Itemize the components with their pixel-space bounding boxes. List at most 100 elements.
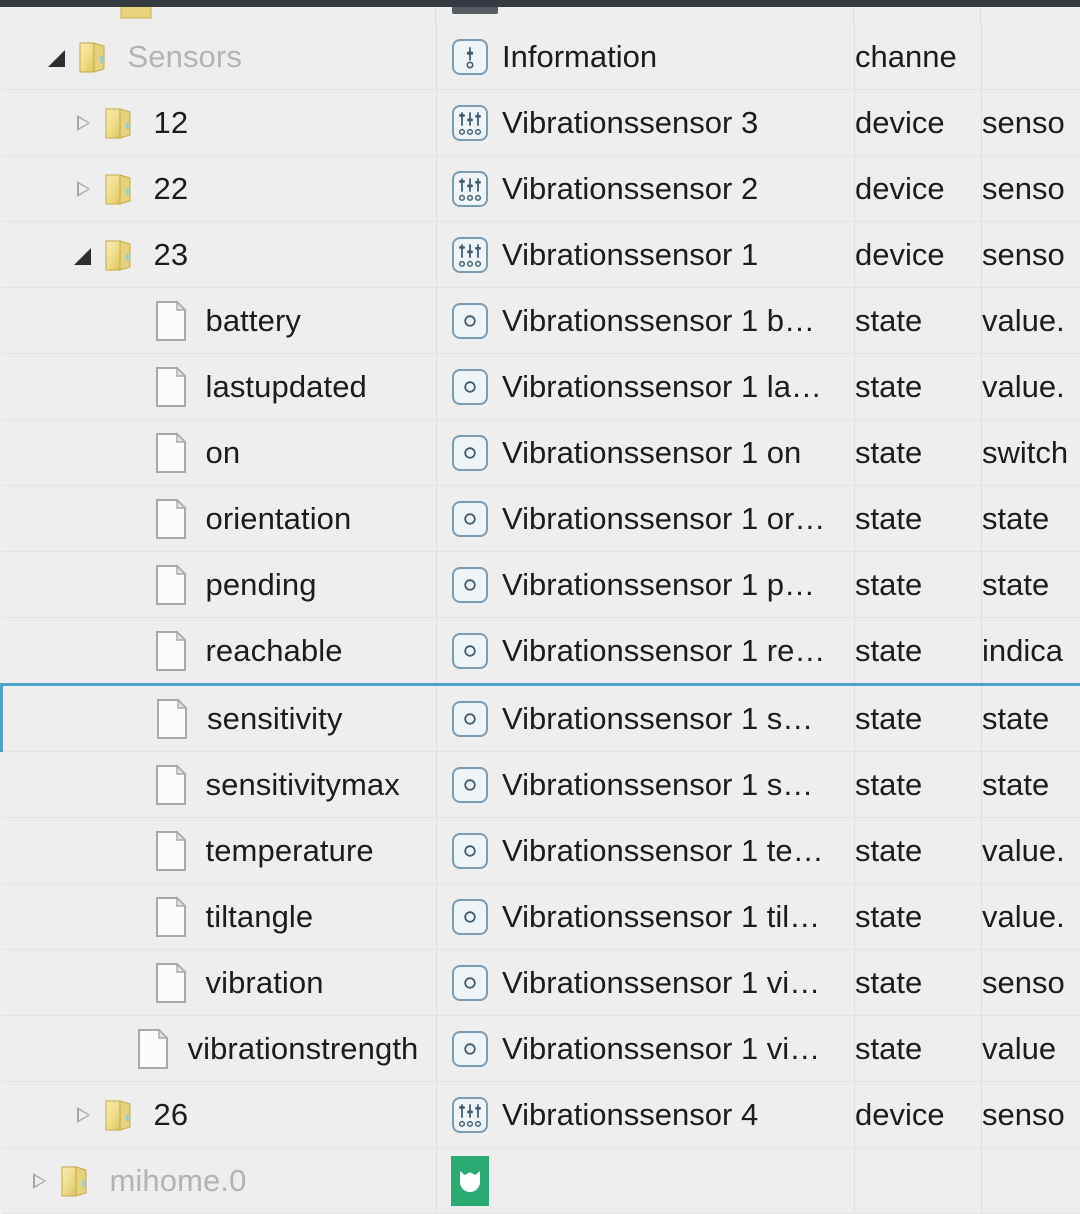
device-sliders-icon <box>451 236 489 274</box>
cell-name[interactable]: lastupdated <box>2 354 437 420</box>
description-text: Information <box>489 39 657 75</box>
tree-node-label: sensitivity <box>193 701 342 737</box>
cell-description[interactable]: Vibrationssensor 1 b… <box>437 288 855 354</box>
state-dot-icon <box>451 832 489 870</box>
cell-role: channe <box>855 24 982 90</box>
cell-role: state <box>855 950 982 1016</box>
tree-node-label: pending <box>192 567 317 603</box>
cell-name[interactable]: sensitivity <box>2 685 437 752</box>
expand-triangle-right-icon[interactable] <box>68 174 98 204</box>
state-dot-icon <box>451 632 489 670</box>
column-divider <box>435 7 436 24</box>
cell-name[interactable]: temperature <box>2 818 437 884</box>
cell-description[interactable]: Vibrationssensor 1 s… <box>437 685 855 752</box>
cell-description[interactable]: Vibrationssensor 1 til… <box>437 884 855 950</box>
cell-name[interactable]: 26 <box>2 1082 437 1148</box>
cell-description[interactable]: Vibrationssensor 1 p… <box>437 552 855 618</box>
table-row[interactable]: vibrationstrength Vibrationssensor 1 vi…… <box>2 1016 1080 1082</box>
cell-description[interactable]: Vibrationssensor 1 <box>437 222 855 288</box>
cell-description[interactable] <box>437 1148 855 1214</box>
table-row[interactable]: sensitivitymax Vibrationssensor 1 s…stat… <box>2 752 1080 818</box>
table-row[interactable]: pending Vibrationssensor 1 p…statestate <box>2 552 1080 618</box>
window-top-edge <box>0 0 1080 7</box>
cell-name[interactable]: on <box>2 420 437 486</box>
twisty-spacer <box>120 438 150 468</box>
table-row[interactable]: 22 Vibrationssensor 2devicesenso <box>2 156 1080 222</box>
cell-role: device <box>855 156 982 222</box>
cell-name[interactable]: 23 <box>2 222 437 288</box>
cell-description[interactable]: Vibrationssensor 1 s… <box>437 752 855 818</box>
table-row[interactable]: on Vibrationssensor 1 onstateswitch <box>2 420 1080 486</box>
expand-triangle-right-icon[interactable] <box>24 1166 54 1196</box>
object-tree-table[interactable]: Sensors Information channe 12 <box>0 24 1080 1214</box>
cell-name[interactable]: reachable <box>2 618 437 685</box>
cell-role: state <box>855 354 982 420</box>
cell-role: state <box>855 884 982 950</box>
table-row[interactable]: lastupdated Vibrationssensor 1 la…statev… <box>2 354 1080 420</box>
state-dot-icon <box>451 1030 489 1068</box>
cell-type: value <box>982 1016 1080 1082</box>
table-row[interactable]: sensitivity Vibrationssensor 1 s…statest… <box>2 685 1080 752</box>
expand-triangle-down-icon[interactable] <box>42 42 72 72</box>
tree-node-label: tiltangle <box>192 899 314 935</box>
table-row[interactable]: 26 Vibrationssensor 4devicesenso <box>2 1082 1080 1148</box>
cell-type: value. <box>982 354 1080 420</box>
table-row[interactable]: mihome.0 <box>2 1148 1080 1214</box>
file-icon <box>150 498 192 540</box>
cell-description[interactable]: Vibrationssensor 1 vi… <box>437 950 855 1016</box>
cell-name[interactable]: orientation <box>2 486 437 552</box>
table-row[interactable]: battery Vibrationssensor 1 b…statevalue. <box>2 288 1080 354</box>
cell-description[interactable]: Vibrationssensor 4 <box>437 1082 855 1148</box>
cell-name[interactable]: mihome.0 <box>2 1148 437 1214</box>
expand-triangle-right-icon[interactable] <box>68 108 98 138</box>
twisty-spacer <box>120 968 150 998</box>
tree-node-label: 22 <box>140 171 189 207</box>
object-tree-body[interactable]: Sensors Information channe 12 <box>2 24 1080 1214</box>
file-icon <box>150 830 192 872</box>
table-row[interactable]: temperature Vibrationssensor 1 te…statev… <box>2 818 1080 884</box>
cell-description[interactable]: Vibrationssensor 2 <box>437 156 855 222</box>
cell-type: senso <box>982 1082 1080 1148</box>
state-dot-icon <box>451 500 489 538</box>
file-icon <box>151 698 193 740</box>
table-row[interactable]: reachable Vibrationssensor 1 re…stateind… <box>2 618 1080 685</box>
cell-name[interactable]: 22 <box>2 156 437 222</box>
state-dot-icon <box>451 700 489 738</box>
expand-triangle-right-icon[interactable] <box>68 1100 98 1130</box>
cell-name[interactable]: pending <box>2 552 437 618</box>
cell-description[interactable]: Vibrationssensor 1 la… <box>437 354 855 420</box>
table-row[interactable]: vibration Vibrationssensor 1 vi…statesen… <box>2 950 1080 1016</box>
file-icon <box>150 300 192 342</box>
file-icon <box>150 564 192 606</box>
cell-description[interactable]: Vibrationssensor 1 re… <box>437 618 855 685</box>
tree-node-label: mihome.0 <box>96 1163 247 1199</box>
state-dot-icon <box>451 964 489 1002</box>
cell-description[interactable]: Vibrationssensor 1 on <box>437 420 855 486</box>
cell-description[interactable]: Vibrationssensor 3 <box>437 90 855 156</box>
description-text: Vibrationssensor 1 p… <box>489 567 815 603</box>
expand-triangle-down-icon[interactable] <box>68 240 98 270</box>
table-row[interactable]: Sensors Information channe <box>2 24 1080 90</box>
cell-name[interactable]: vibrationstrength <box>2 1016 437 1082</box>
cell-name[interactable]: tiltangle <box>2 884 437 950</box>
cell-name[interactable]: vibration <box>2 950 437 1016</box>
table-row[interactable]: 12 Vibrationssensor 3devicesenso <box>2 90 1080 156</box>
tree-node-label: battery <box>192 303 301 339</box>
tree-node-label: vibrationstrength <box>174 1031 419 1067</box>
cell-name[interactable]: Sensors <box>2 24 437 90</box>
file-icon <box>150 630 192 672</box>
cell-role: state <box>855 420 982 486</box>
table-row[interactable]: tiltangle Vibrationssensor 1 til…stateva… <box>2 884 1080 950</box>
cell-name[interactable]: sensitivitymax <box>2 752 437 818</box>
cell-description[interactable]: Vibrationssensor 1 or… <box>437 486 855 552</box>
cell-description[interactable]: Vibrationssensor 1 vi… <box>437 1016 855 1082</box>
cell-description[interactable]: Vibrationssensor 1 te… <box>437 818 855 884</box>
cell-name[interactable]: 12 <box>2 90 437 156</box>
twisty-spacer <box>102 1034 132 1064</box>
table-row[interactable]: 23 Vibrationssensor 1devicesenso <box>2 222 1080 288</box>
table-row[interactable]: orientation Vibrationssensor 1 or…states… <box>2 486 1080 552</box>
cell-role: state <box>855 618 982 685</box>
cell-role: state <box>855 818 982 884</box>
cell-name[interactable]: battery <box>2 288 437 354</box>
cell-description[interactable]: Information <box>437 24 855 90</box>
